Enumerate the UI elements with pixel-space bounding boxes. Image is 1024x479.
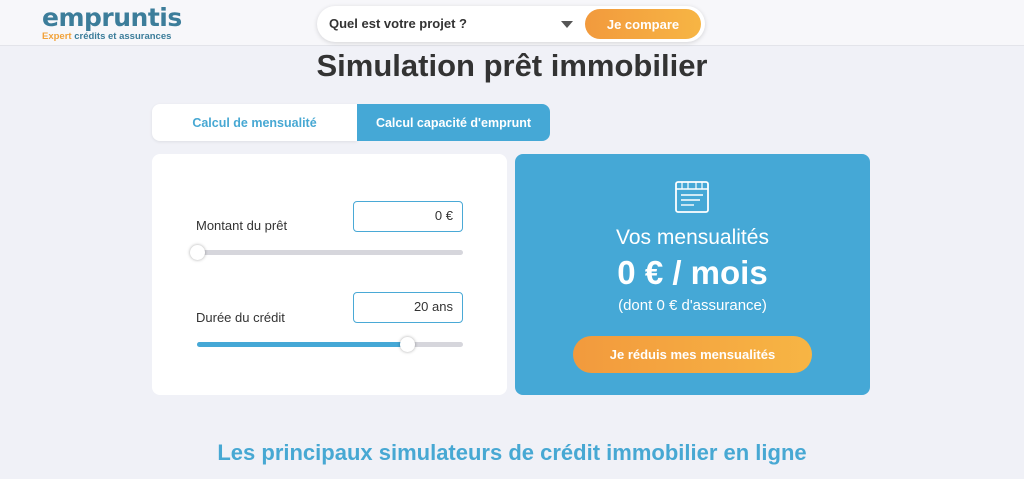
chevron-down-icon[interactable] [561,21,573,28]
section-title: Les principaux simulateurs de crédit imm… [217,440,807,465]
logo-tagline-part1: Expert [42,31,72,42]
project-select[interactable]: Quel est votre projet ? [329,16,467,31]
logo-tagline-part2: crédits et assurances [74,31,172,42]
calculator-tabs: Calcul de mensualité Calcul capacité d'e… [152,104,550,141]
calculator-icon [674,180,710,219]
duration-slider-handle[interactable] [400,337,415,352]
site-header: empruntis Expert crédits et assurances Q… [0,0,1024,46]
logo-tagline: Expert crédits et assurances [42,31,182,42]
simulation-form: Montant du prêt 0 € Durée du crédit 20 a… [152,154,507,395]
amount-slider[interactable] [190,245,463,260]
result-label: Vos mensualités [616,226,769,249]
logo-wordmark-text: empruntis [42,3,182,32]
logo-wordmark: empruntis [42,5,182,31]
result-value: 0 € / mois [617,254,768,291]
tab-monthly-payment[interactable]: Calcul de mensualité [152,104,357,141]
page-title: Simulation prêt immobilier [316,48,708,83]
duration-slider-fill [197,342,407,347]
amount-input[interactable]: 0 € [353,201,463,232]
project-search-bar: Quel est votre projet ? Je compare [317,6,705,42]
amount-slider-handle[interactable] [190,245,205,260]
duration-input[interactable]: 20 ans [353,292,463,323]
duration-slider[interactable] [197,337,463,352]
compare-button[interactable]: Je compare [585,9,701,39]
reduce-payments-button[interactable]: Je réduis mes mensualités [573,336,812,373]
amount-label: Montant du prêt [196,218,288,233]
empruntis-logo[interactable]: empruntis Expert crédits et assurances [42,5,182,43]
duration-label: Durée du crédit [196,310,285,325]
result-panel: Vos mensualités 0 € / mois (dont 0 € d'a… [515,154,870,395]
tab-borrowing-capacity[interactable]: Calcul capacité d'emprunt [357,104,550,141]
result-insurance-note: (dont 0 € d'assurance) [618,297,767,314]
